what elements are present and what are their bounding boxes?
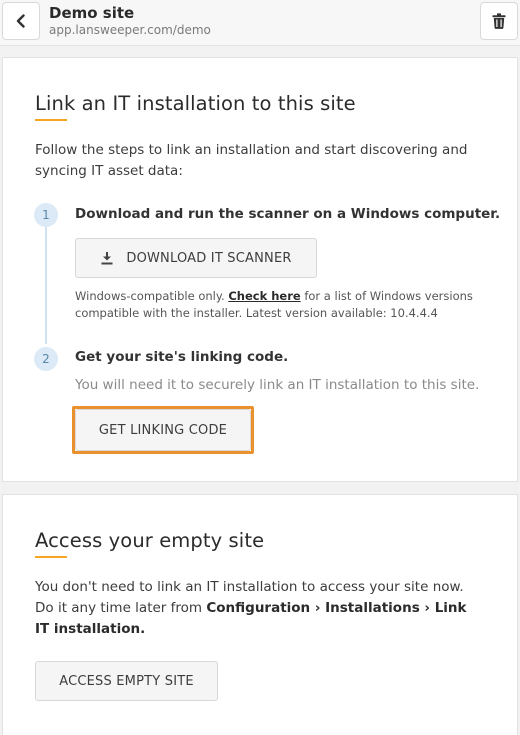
- download-scanner-button[interactable]: DOWNLOAD IT SCANNER: [75, 238, 317, 278]
- get-linking-code-label: GET LINKING CODE: [98, 422, 228, 438]
- title-underline: [35, 119, 67, 121]
- link-intro-text: Follow the steps to link an installation…: [35, 142, 468, 179]
- step-2-badge: 2: [34, 347, 58, 371]
- link-section-title: Link an IT installation to this site: [35, 92, 356, 115]
- site-title: Demo site: [49, 4, 135, 22]
- steps-connector-line: [45, 226, 47, 344]
- download-icon: [100, 251, 114, 265]
- note-prefix: Windows-compatible only.: [75, 289, 229, 303]
- back-button[interactable]: [2, 2, 40, 40]
- title-underline: [35, 556, 67, 558]
- chevron-left-icon: [14, 14, 28, 28]
- link-installation-card: Link an IT installation to this site Fol…: [2, 57, 518, 482]
- step-1-title: Download and run the scanner on a Window…: [75, 206, 501, 222]
- delete-site-button[interactable]: [480, 2, 518, 40]
- top-header: Demo site app.lansweeper.com/demo: [0, 0, 520, 46]
- access-empty-site-button[interactable]: ACCESS EMPTY SITE: [35, 661, 218, 701]
- step-2-description: You will need it to securely link an IT …: [75, 377, 480, 393]
- trash-icon: [492, 13, 506, 29]
- check-here-link[interactable]: Check here: [228, 289, 300, 303]
- access-empty-site-label: ACCESS EMPTY SITE: [59, 673, 194, 689]
- step-2-title: Get your site's linking code.: [75, 349, 289, 365]
- empty-site-text: You don't need to link an IT installatio…: [35, 577, 485, 640]
- scanner-compat-note: Windows-compatible only. Check here for …: [75, 288, 495, 322]
- step-1-badge: 1: [34, 203, 58, 227]
- access-empty-site-card: Access your empty site You don't need to…: [2, 494, 518, 735]
- site-url: app.lansweeper.com/demo: [49, 23, 211, 37]
- download-scanner-label: DOWNLOAD IT SCANNER: [126, 250, 292, 266]
- empty-section-title: Access your empty site: [35, 529, 265, 552]
- get-linking-code-button[interactable]: GET LINKING CODE: [75, 409, 251, 451]
